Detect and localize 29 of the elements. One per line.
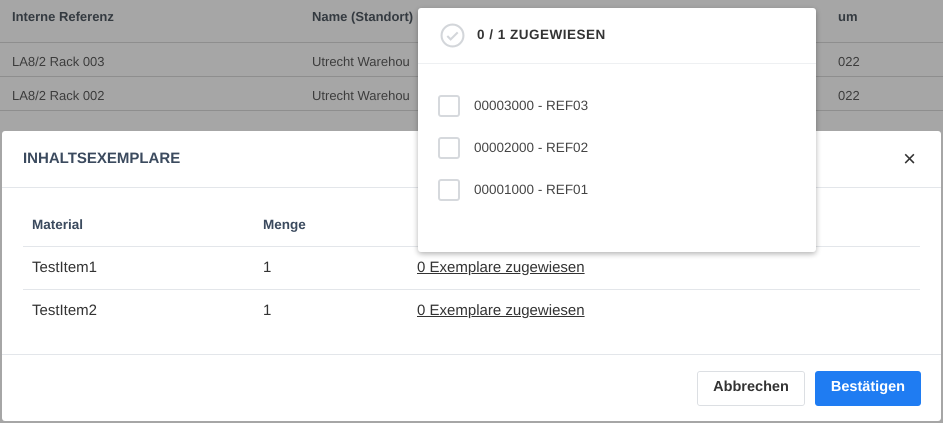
table-cell-text: LA8/2 Rack 002 <box>12 87 105 105</box>
table-cell-text: 1 <box>263 301 272 322</box>
table-cell-text: LA8/2 Rack 003 <box>12 53 105 71</box>
checkbox[interactable] <box>438 95 460 117</box>
close-button[interactable]: × <box>899 148 920 170</box>
checkbox[interactable] <box>438 137 460 159</box>
column-header: Material <box>31 216 84 234</box>
modal-title: INHALTSEXEMPLARE <box>23 148 180 169</box>
assignment-link[interactable]: 0 Exemplare zugewiesen <box>417 256 585 280</box>
checkbox-label: 00002000 - REF02 <box>474 138 588 157</box>
checkbox-label: 00003000 - REF03 <box>474 96 588 115</box>
popover-title: 0 / 1 ZUGEWIESEN <box>477 26 606 44</box>
assignment-link[interactable]: 0 Exemplare zugewiesen <box>417 300 585 323</box>
table-cell-text: 022 <box>838 53 860 71</box>
table-cell-text: 1 <box>263 258 272 278</box>
table-cell-text: Utrecht Warehou <box>312 87 410 105</box>
checkbox[interactable] <box>438 179 460 201</box>
column-header: um <box>838 8 858 26</box>
column-header: Name (Standort) <box>312 8 414 26</box>
cancel-button[interactable]: Abbrechen <box>697 370 805 406</box>
check-circle-icon <box>440 23 465 48</box>
column-header: Interne Referenz <box>12 8 114 26</box>
column-header: Menge <box>263 216 307 234</box>
checkbox-label: 00001000 - REF01 <box>474 180 588 199</box>
confirm-button[interactable]: Bestätigen <box>814 370 921 406</box>
table-cell-text: TestItem1 <box>31 258 98 278</box>
table-cell-text: 022 <box>838 87 860 105</box>
table-cell-text: TestItem2 <box>31 301 98 322</box>
table-cell-text: Utrecht Warehou <box>312 53 410 71</box>
